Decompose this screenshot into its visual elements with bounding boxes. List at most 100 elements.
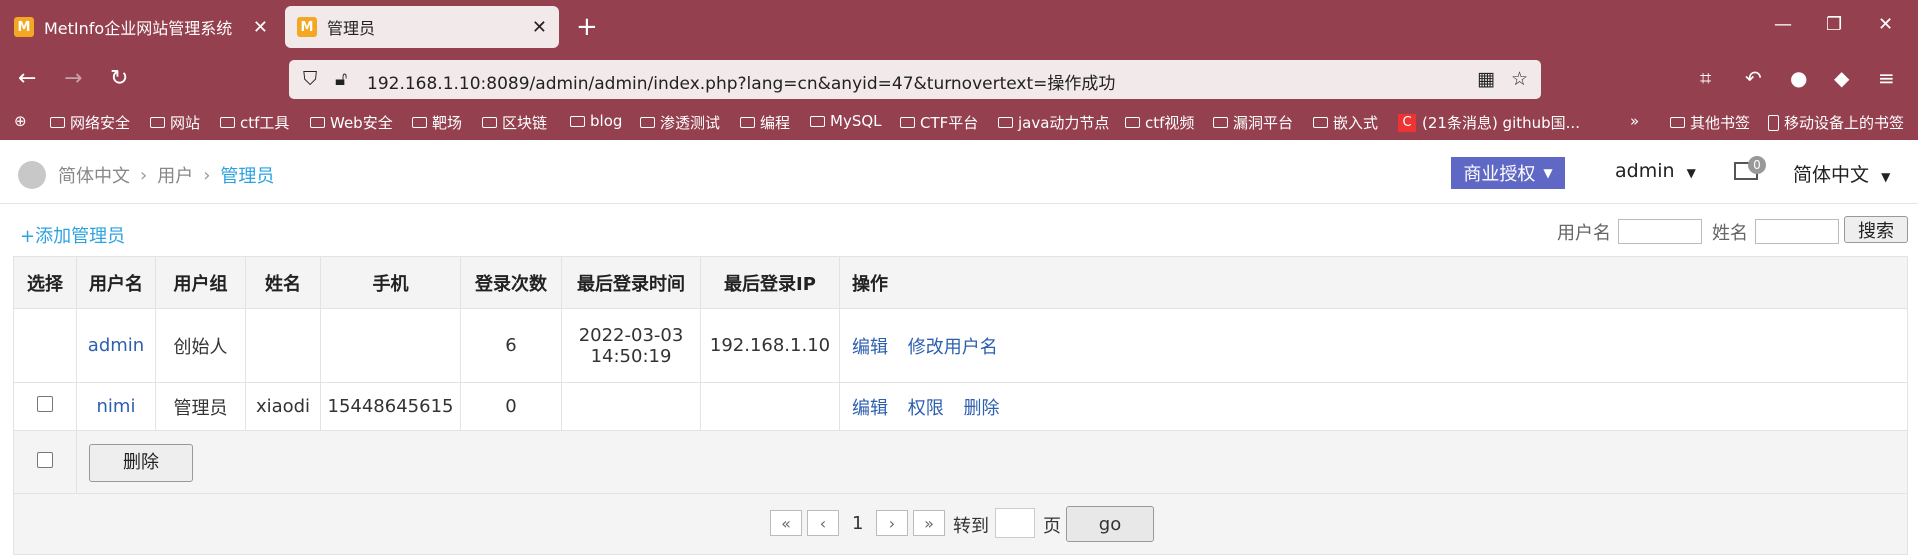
actions-cell: 编辑 修改用户名 [839, 308, 1908, 383]
bookmark-folder[interactable]: Web安全 [310, 112, 393, 133]
folder-icon [740, 117, 755, 128]
fox-extension-icon[interactable]: ◆ [1834, 66, 1849, 90]
column-header: 用户名 [76, 256, 156, 309]
undo-icon[interactable]: ↶ [1745, 66, 1762, 90]
bookmark-folder[interactable]: 网络安全 [50, 112, 130, 133]
last-login-time-cell: 2022-03-03 14:50:19 [561, 308, 701, 383]
reload-icon[interactable]: ↻ [110, 66, 128, 91]
crop-icon[interactable]: ⌗ [1700, 66, 1711, 90]
admin-label: admin [1615, 160, 1675, 182]
last-page-button[interactable]: » [913, 510, 945, 536]
chevron-right-icon: › [140, 164, 148, 186]
back-icon[interactable]: ← [18, 66, 36, 91]
name-cell [245, 308, 321, 383]
tab-title: 管理员 [327, 19, 376, 38]
minimize-icon[interactable]: — [1774, 14, 1792, 35]
forward-icon[interactable]: → [64, 66, 82, 91]
edit-link[interactable]: 编辑 [852, 337, 888, 358]
close-icon[interactable]: ✕ [532, 17, 547, 38]
folder-icon [50, 117, 65, 128]
bookmarks-overflow-icon[interactable]: » [1630, 112, 1639, 130]
username-link[interactable]: admin [88, 335, 144, 356]
bookmark-folder[interactable]: MySQL [810, 112, 882, 130]
commercial-license-button[interactable]: 商业授权 ▼ [1451, 157, 1565, 189]
bookmark-csdn[interactable]: C (21条消息) github国... [1398, 112, 1580, 133]
bookmark-folder[interactable]: ctf工具 [220, 112, 289, 133]
row-checkbox[interactable] [37, 396, 53, 412]
url-text[interactable]: 192.168.1.10:8089/admin/admin/index.php?… [367, 69, 1115, 94]
window-close-icon[interactable]: ✕ [1878, 14, 1893, 35]
login-count-cell: 6 [460, 308, 562, 383]
admin-table: 选择 用户名 用户组 姓名 手机 登录次数 最后登录时间 最后登录IP 操作 a… [13, 256, 1908, 495]
admin-user-menu[interactable]: admin ▼ [1615, 160, 1696, 182]
extension-icon[interactable]: ● [1790, 66, 1807, 90]
metinfo-favicon-icon: M [297, 17, 317, 37]
permissions-link[interactable]: 权限 [908, 398, 944, 419]
edit-link[interactable]: 编辑 [852, 398, 888, 419]
first-page-button[interactable]: « [770, 510, 802, 536]
name-search-input[interactable] [1755, 219, 1839, 244]
breadcrumb-lang[interactable]: 简体中文 [58, 162, 130, 188]
caret-down-icon: ▼ [1686, 166, 1696, 180]
username-search-input[interactable] [1618, 219, 1702, 244]
auth-label: 商业授权 [1463, 164, 1536, 185]
breadcrumb-admin: 管理员 [220, 166, 275, 187]
shield-icon[interactable]: ⛉ [303, 68, 317, 90]
add-admin-link[interactable]: +添加管理员 [20, 222, 125, 248]
globe-icon[interactable]: ⊕ [14, 112, 27, 130]
breadcrumb-user[interactable]: 用户 [157, 162, 193, 188]
search-button[interactable]: 搜索 [1844, 216, 1908, 243]
folder-icon [482, 117, 497, 128]
pagination: « ‹ 1 › » 转到 页 go [13, 493, 1908, 555]
bulk-delete-button[interactable]: 删除 [89, 443, 193, 482]
phone-cell: 15448645615 [320, 382, 461, 431]
actions-cell: 编辑 权限 删除 [839, 382, 1908, 431]
select-all-checkbox[interactable] [37, 452, 53, 468]
name-cell: xiaodi [245, 382, 321, 431]
bookmark-folder[interactable]: CTF平台 [900, 112, 978, 133]
column-header: 操作 [839, 256, 1908, 309]
delete-link[interactable]: 删除 [963, 398, 999, 419]
language-menu[interactable]: 简体中文 ▼ [1793, 160, 1890, 187]
address-bar[interactable]: ⛉ 🔓︎ 192.168.1.10:8089/admin/admin/index… [289, 60, 1541, 99]
prev-page-button[interactable]: ‹ [807, 510, 839, 536]
group-cell: 创始人 [155, 308, 246, 383]
bookmark-folder[interactable]: 区块链 [482, 112, 547, 133]
bookmark-folder[interactable]: 靶场 [412, 112, 462, 133]
bookmark-folder[interactable]: 其他书签 [1670, 112, 1750, 133]
insecure-lock-icon[interactable]: 🔓︎ [335, 68, 347, 90]
next-page-button[interactable]: › [876, 510, 908, 536]
lang-label: 简体中文 [1793, 164, 1870, 186]
tab-metinfo[interactable]: M MetInfo企业网站管理系统 ✕ [0, 6, 280, 48]
go-button[interactable]: go [1066, 506, 1154, 542]
bookmark-folder[interactable]: java动力节点 [998, 112, 1109, 133]
rename-user-link[interactable]: 修改用户名 [908, 337, 998, 358]
last-login-date: 2022-03-03 [578, 324, 684, 346]
username-link[interactable]: nimi [97, 396, 136, 417]
bookmark-star-icon[interactable]: ☆ [1511, 68, 1528, 90]
menu-icon[interactable]: ≡ [1878, 66, 1895, 90]
close-icon[interactable]: ✕ [253, 17, 268, 38]
page-number-input[interactable] [995, 508, 1035, 538]
bookmark-folder[interactable]: 编程 [740, 112, 790, 133]
qr-code-icon[interactable]: ▦ [1477, 68, 1495, 90]
bookmark-folder[interactable]: 渗透测试 [640, 112, 720, 133]
current-page: 1 [852, 513, 864, 534]
bookmark-folder[interactable]: ctf视频 [1125, 112, 1194, 133]
bookmark-folder[interactable]: 网站 [150, 112, 200, 133]
bookmark-folder[interactable]: 嵌入式 [1313, 112, 1378, 133]
tab-admin[interactable]: M 管理员 ✕ [285, 6, 559, 48]
column-header: 最后登录时间 [561, 256, 701, 309]
folder-icon [640, 117, 655, 128]
folder-icon [1313, 117, 1328, 128]
bookmark-mobile[interactable]: 移动设备上的书签 [1768, 112, 1904, 133]
restore-icon[interactable]: ❐ [1826, 14, 1842, 35]
mail-count-badge: 0 [1748, 156, 1766, 174]
folder-icon [900, 117, 915, 128]
mobile-icon [1768, 114, 1779, 131]
username-label: 用户名 [1557, 223, 1611, 244]
caret-down-icon: ▼ [1543, 166, 1553, 180]
bookmark-folder[interactable]: 漏洞平台 [1213, 112, 1293, 133]
bookmark-folder[interactable]: blog [570, 112, 622, 130]
new-tab-icon[interactable]: + [576, 12, 598, 42]
